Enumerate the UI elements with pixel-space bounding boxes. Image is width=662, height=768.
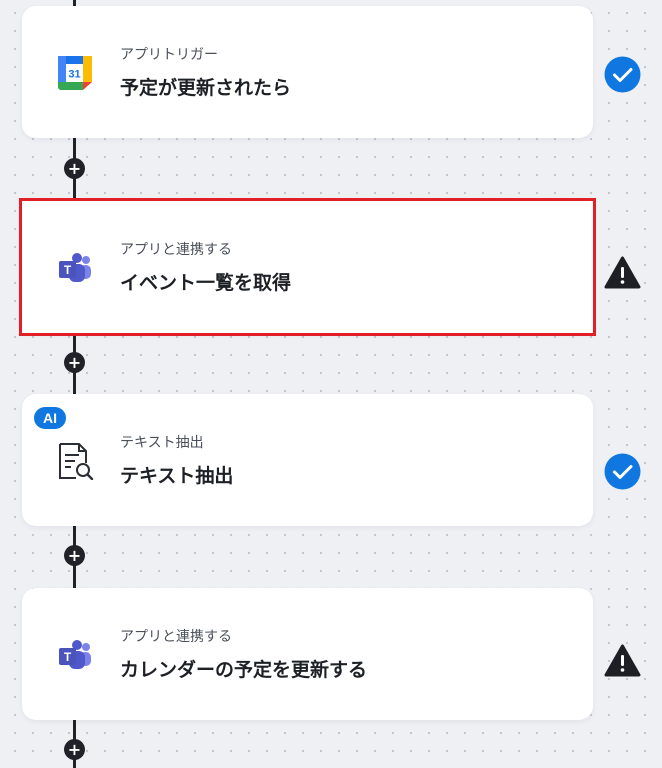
step-card-update-calendar-event[interactable]: T アプリと連携する カレンダーの予定を更新する: [22, 588, 593, 720]
step-title: 予定が更新されたら: [120, 77, 292, 99]
ai-badge: AI: [34, 407, 66, 429]
step-title: カレンダーの予定を更新する: [120, 659, 368, 681]
svg-text:T: T: [64, 650, 72, 664]
svg-text:T: T: [64, 263, 72, 277]
step-card-app-trigger[interactable]: 31 アプリトリガー 予定が更新されたら: [22, 6, 593, 138]
microsoft-teams-icon: T: [56, 636, 94, 674]
step-title: テキスト抽出: [120, 465, 234, 487]
warning-icon: [604, 643, 641, 680]
step-card-get-event-list[interactable]: T アプリと連携する イベント一覧を取得: [19, 198, 596, 336]
check-circle-icon: [604, 453, 641, 490]
microsoft-teams-icon: T: [56, 249, 94, 287]
step-type-label: テキスト抽出: [120, 435, 204, 451]
add-step-button[interactable]: +: [64, 352, 85, 373]
add-step-button[interactable]: +: [64, 545, 85, 566]
step-type-label: アプリと連携する: [120, 242, 232, 258]
warning-icon: [604, 255, 641, 292]
step-card-text-extraction[interactable]: AI テキスト抽出 テキスト抽出: [22, 394, 593, 526]
step-title: イベント一覧を取得: [120, 272, 292, 294]
check-circle-icon: [604, 56, 641, 93]
document-search-icon: [56, 442, 94, 481]
add-step-button[interactable]: +: [64, 158, 85, 179]
step-type-label: アプリと連携する: [120, 629, 232, 645]
add-step-button[interactable]: +: [64, 739, 85, 760]
step-type-label: アプリトリガー: [120, 47, 218, 63]
svg-text:31: 31: [68, 69, 80, 81]
google-calendar-icon: 31: [56, 54, 94, 92]
